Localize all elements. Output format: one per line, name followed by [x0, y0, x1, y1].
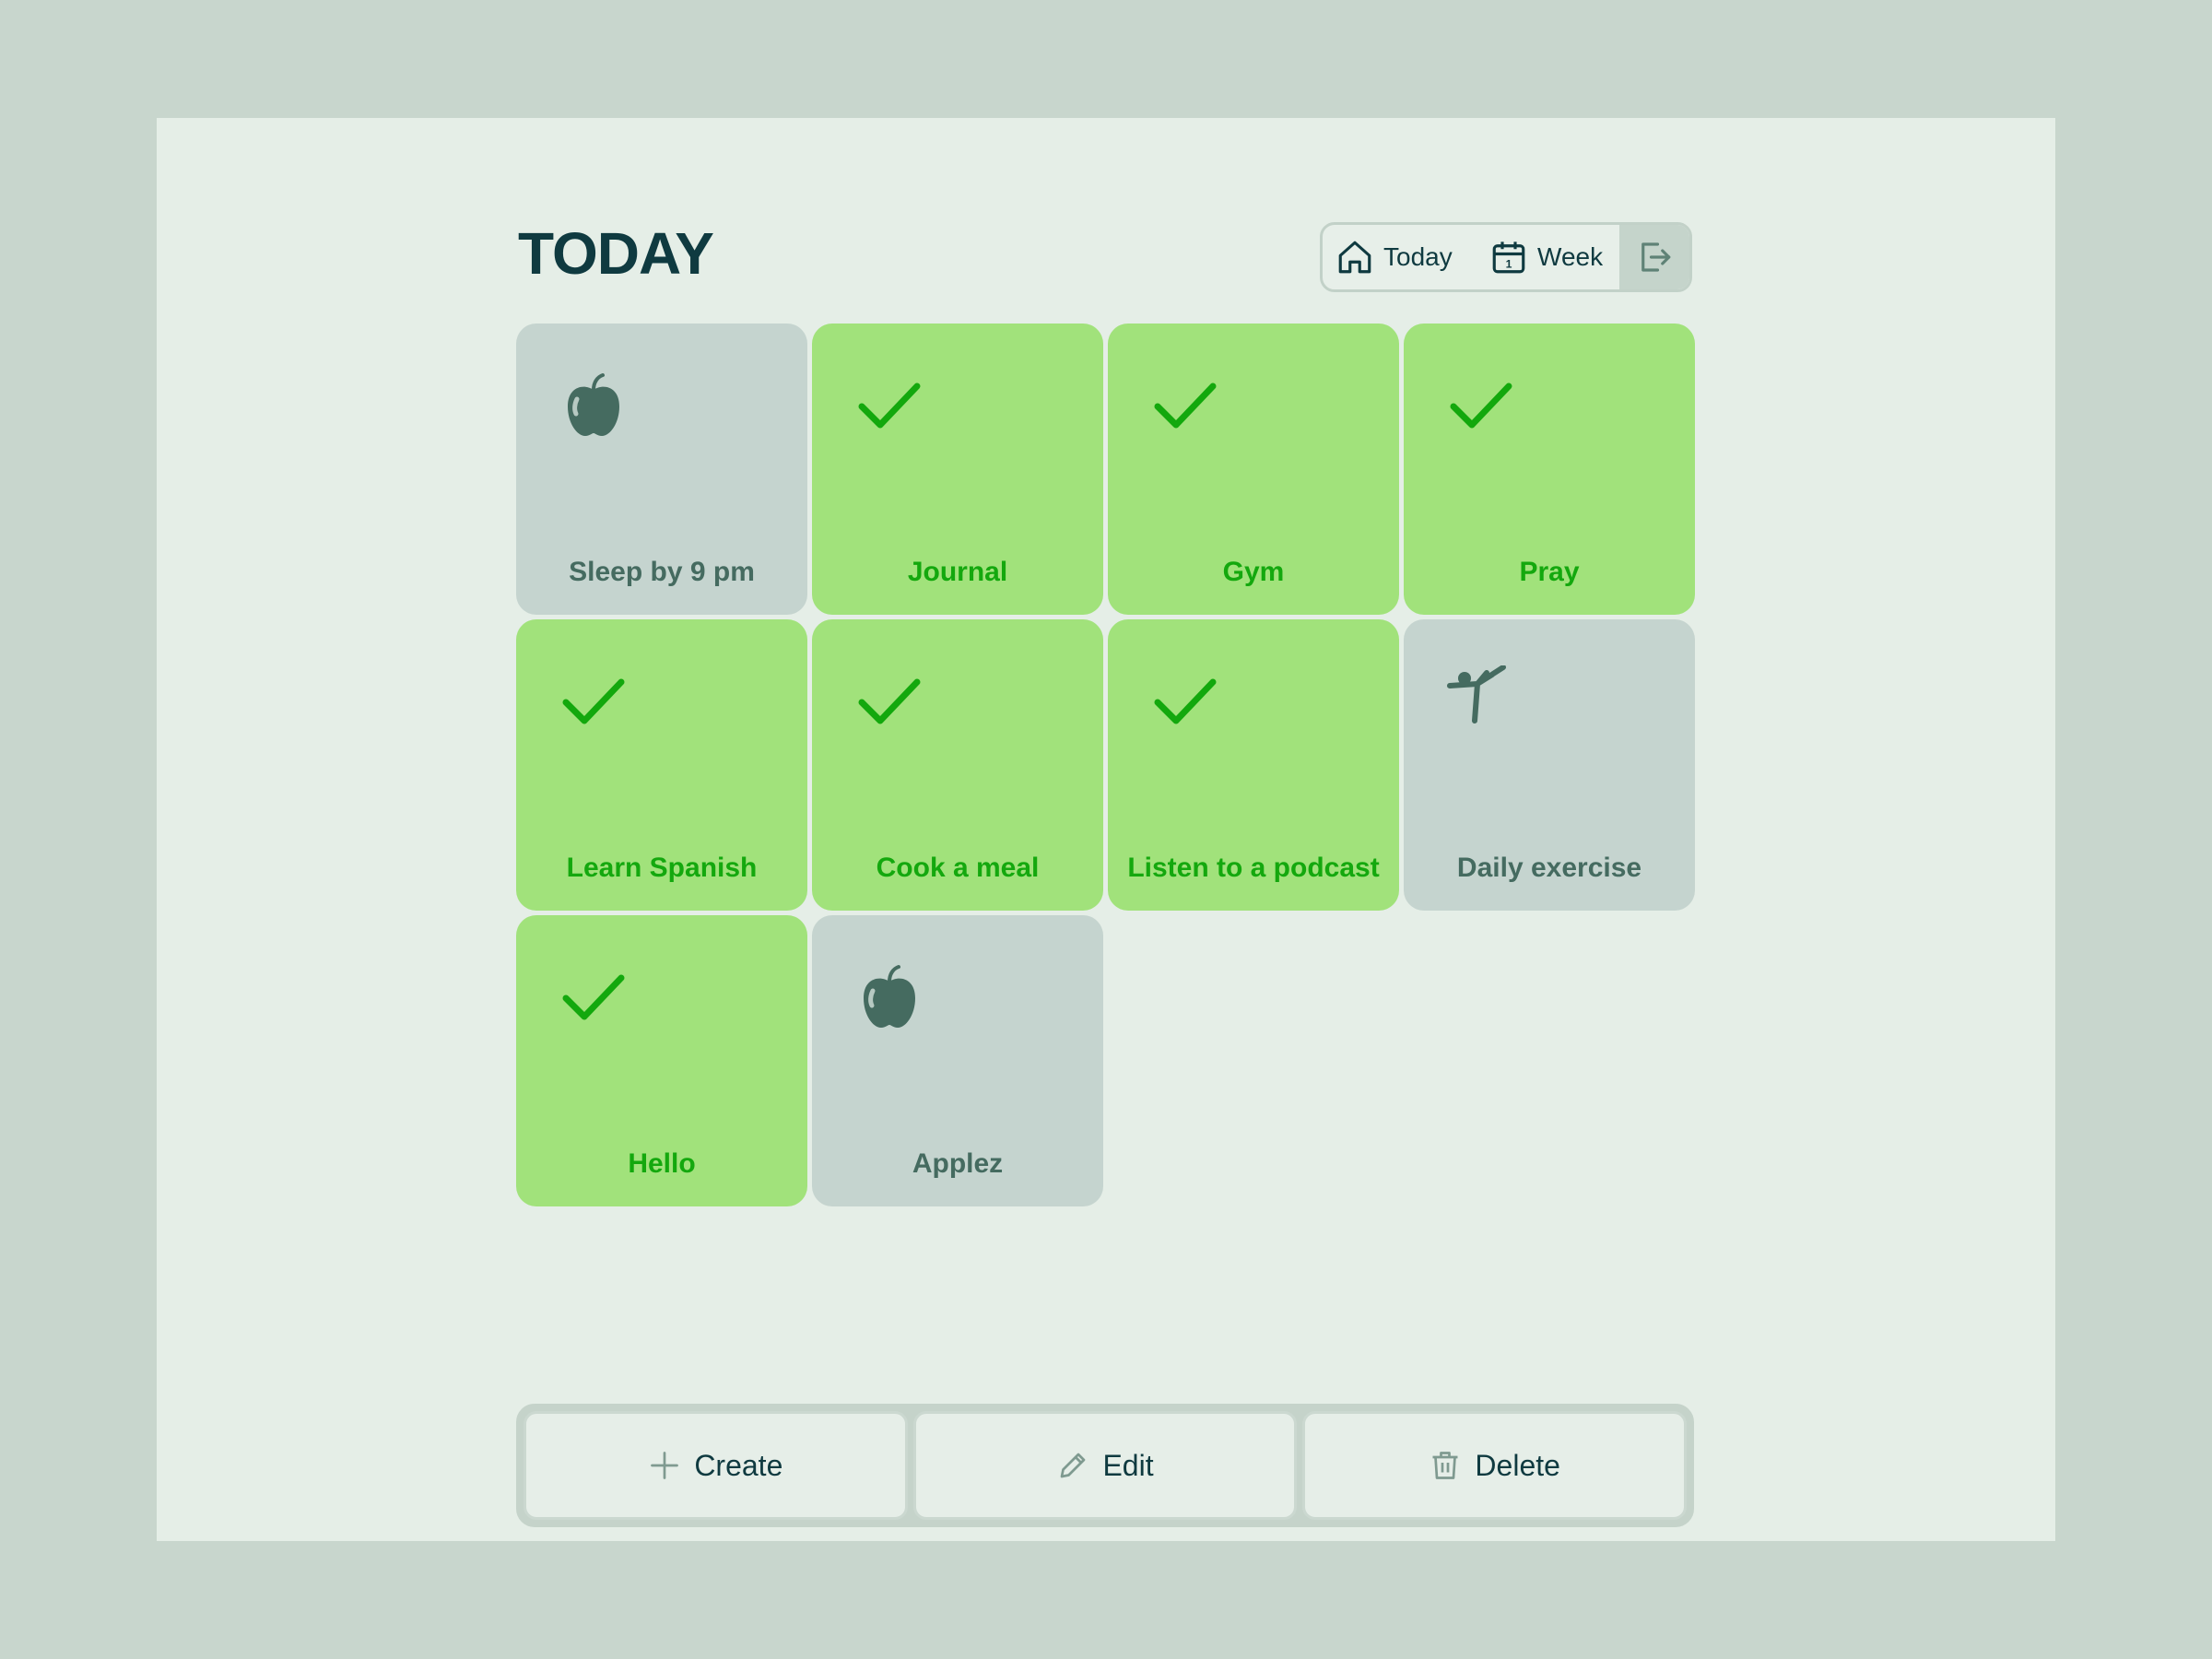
habit-tile[interactable]: Pray: [1404, 324, 1695, 615]
check-icon: [1444, 370, 1518, 443]
apple-icon: [557, 370, 630, 443]
edit-button[interactable]: Edit: [912, 1411, 1298, 1520]
check-icon: [853, 370, 926, 443]
habit-label: Pray: [1519, 557, 1580, 587]
habit-label: Applez: [912, 1148, 1004, 1179]
check-icon: [1148, 665, 1222, 739]
app-window: TODAY Today 1 Week Sleep by 9 pm Journal…: [157, 118, 2055, 1541]
check-icon: [557, 961, 630, 1035]
edit-label: Edit: [1102, 1448, 1154, 1482]
logout-icon: [1641, 242, 1671, 272]
habit-tile[interactable]: Daily exercise: [1404, 619, 1695, 911]
calendar-icon: 1: [1492, 241, 1525, 274]
habit-tile[interactable]: Learn Spanish: [516, 619, 807, 911]
habit-tile[interactable]: Hello: [516, 915, 807, 1206]
pencil-icon: [1061, 1453, 1086, 1478]
habit-label: Journal: [907, 557, 1008, 587]
page-title: TODAY: [518, 220, 714, 287]
habit-tile[interactable]: Cook a meal: [812, 619, 1103, 911]
habit-label: Sleep by 9 pm: [569, 557, 755, 587]
home-icon: [1338, 241, 1371, 274]
delete-label: Delete: [1475, 1448, 1560, 1482]
habit-label: Gym: [1222, 557, 1285, 587]
nav-today-button[interactable]: Today: [1323, 225, 1477, 289]
create-button[interactable]: Create: [524, 1411, 908, 1520]
nav-today-label: Today: [1383, 242, 1453, 271]
calendar-day-text: 1: [1506, 257, 1512, 270]
nav-week-label: Week: [1537, 242, 1604, 271]
delete-button[interactable]: Delete: [1302, 1411, 1688, 1520]
habit-tile[interactable]: Journal: [812, 324, 1103, 615]
check-icon: [1148, 370, 1222, 443]
habit-label: Learn Spanish: [566, 853, 758, 883]
martial-arts-icon: [1444, 665, 1518, 739]
action-toolbar: Create Edit Delete: [516, 1404, 1694, 1527]
nav-switcher: Today 1 Week: [1320, 222, 1692, 292]
trash-icon: [1432, 1452, 1458, 1479]
check-icon: [853, 665, 926, 739]
habit-tile[interactable]: Listen to a podcast: [1108, 619, 1399, 911]
nav-week-button[interactable]: 1 Week: [1477, 225, 1619, 289]
habit-tile[interactable]: Sleep by 9 pm: [516, 324, 807, 615]
plus-icon: [651, 1452, 679, 1479]
habit-label: Listen to a podcast: [1127, 853, 1380, 883]
apple-icon: [853, 961, 926, 1035]
habit-tile[interactable]: Applez: [812, 915, 1103, 1206]
create-label: Create: [694, 1448, 783, 1482]
check-icon: [557, 665, 630, 739]
habit-label: Hello: [628, 1148, 696, 1179]
habit-label: Cook a meal: [876, 853, 1040, 883]
logout-button[interactable]: [1619, 225, 1689, 289]
habit-grid: Sleep by 9 pm Journal Gym Pray Learn Spanish…: [516, 324, 1695, 1206]
habit-label: Daily exercise: [1456, 853, 1642, 883]
habit-tile[interactable]: Gym: [1108, 324, 1399, 615]
